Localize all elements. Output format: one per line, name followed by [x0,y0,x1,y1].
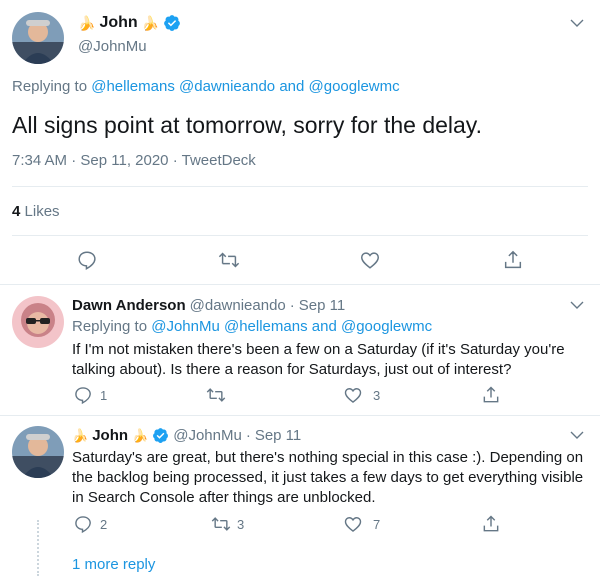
verified-icon [163,14,181,32]
author-name[interactable]: John [92,427,128,444]
chevron-down-icon[interactable] [568,296,586,314]
like-count: 7 [373,517,381,532]
separator: · [245,427,251,444]
tweet-meta: 7:34 AM · Sep 11, 2020 · TweetDeck [12,152,256,169]
reply-header: 🍌 John 🍌 @JohnMu · Sep 11 [72,427,301,444]
chevron-down-icon[interactable] [568,14,586,32]
tweet-text: All signs point at tomorrow, sorry for t… [12,112,482,138]
retweet-count: 3 [237,517,245,532]
like-count: 3 [373,388,381,403]
and-text: and [311,318,337,335]
separator: · [71,152,77,169]
tweet-source[interactable]: TweetDeck [182,152,256,169]
reply-count: 2 [100,517,108,532]
and-text: and [279,78,305,95]
replying-to-line: Replying to @JohnMu @hellemans and @goog… [72,318,432,335]
avatar-john-reply[interactable] [12,426,64,478]
replying-label: Replying to [72,318,148,335]
divider [0,415,600,416]
banana-emoji: 🍌 [72,427,89,443]
replying-label: Replying to [12,78,88,95]
author-handle[interactable]: @JohnMu [173,427,242,444]
like-icon[interactable] [359,249,381,271]
likes-stat[interactable]: 4 Likes [12,203,60,220]
divider [0,284,600,285]
author-handle[interactable]: @JohnMu [78,38,147,55]
reply-text: If I'm not mistaken there's been a few o… [72,341,565,378]
verified-icon [152,427,169,444]
likes-label: Likes [24,203,60,220]
retweet-icon[interactable] [210,514,232,534]
separator: · [289,297,295,314]
divider [12,235,588,236]
share-icon[interactable] [502,249,524,271]
mention-link[interactable]: @JohnMu [151,318,220,335]
separator: · [172,152,178,169]
share-icon[interactable] [481,385,501,405]
like-icon[interactable] [343,385,363,405]
reply-icon[interactable] [73,514,93,534]
mention-link[interactable]: @hellemans [91,78,175,95]
like-icon[interactable] [343,514,363,534]
reply-date[interactable]: Sep 11 [299,297,345,314]
main-author-name[interactable]: 🍌 John 🍌 [78,14,181,32]
author-name: John [99,14,138,31]
avatar-dawn[interactable] [12,296,64,348]
mention-link[interactable]: @googlewmc [309,78,400,95]
author-name[interactable]: Dawn Anderson [72,297,186,314]
retweet-icon[interactable] [205,385,227,405]
share-icon[interactable] [481,514,501,534]
banana-emoji: 🍌 [132,427,149,443]
mention-link[interactable]: @dawnieando [179,78,275,95]
reply-date[interactable]: Sep 11 [255,427,301,444]
banana-emoji: 🍌 [78,14,96,31]
tweet-time[interactable]: 7:34 AM [12,152,67,169]
mention-link[interactable]: @googlewmc [341,318,432,335]
banana-emoji: 🍌 [141,14,160,31]
more-replies-link[interactable]: 1 more reply [72,556,155,573]
reply-icon[interactable] [76,249,98,271]
tweet-date[interactable]: Sep 11, 2020 [80,152,168,169]
retweet-icon[interactable] [217,249,241,271]
divider [12,186,588,187]
reply-header: Dawn Anderson @dawnieando · Sep 11 [72,297,345,314]
author-handle[interactable]: @dawnieando [190,297,286,314]
chevron-down-icon[interactable] [568,426,586,444]
replying-to-line: Replying to @hellemans @dawnieando and @… [12,78,400,95]
avatar-john-main[interactable] [12,12,64,64]
reply-count: 1 [100,388,108,403]
thread-line [37,520,39,576]
mention-link[interactable]: @hellemans [224,318,308,335]
reply-text: Saturday's are great, but there's nothin… [72,449,584,506]
reply-icon[interactable] [73,385,93,405]
likes-count: 4 [12,203,21,220]
